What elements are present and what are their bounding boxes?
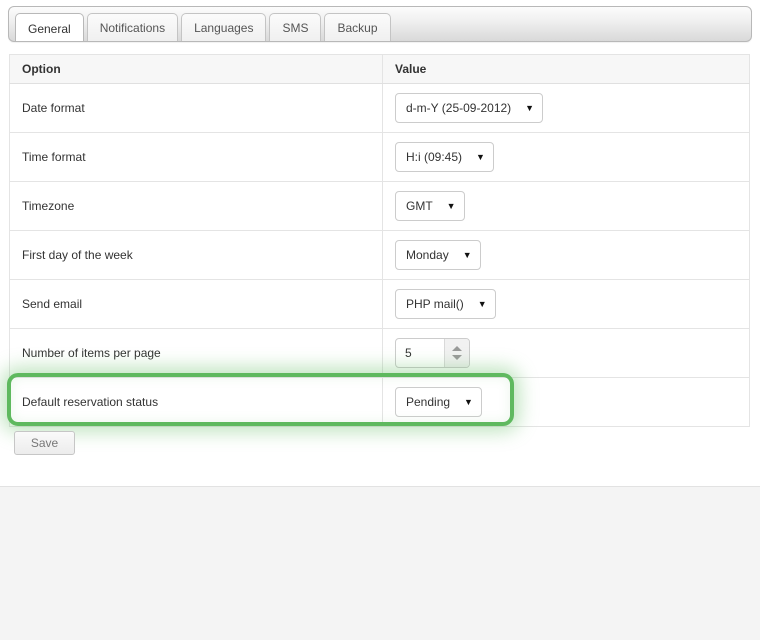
option-label-cell: Send email <box>9 279 383 329</box>
option-label-default-reservation-status: Default reservation status <box>22 395 159 409</box>
option-label-timezone: Timezone <box>22 199 75 213</box>
column-header-option: Option <box>9 54 383 84</box>
send-email-select[interactable]: PHP mail() ▼ <box>395 289 496 319</box>
first-day-of-week-select[interactable]: Monday ▼ <box>395 240 481 270</box>
options-table: Option Value Date format d-m-Y (25-09-20… <box>9 54 750 427</box>
options-table-body: Date format d-m-Y (25-09-2012) ▼ Time fo… <box>9 83 750 427</box>
date-format-select[interactable]: d-m-Y (25-09-2012) ▼ <box>395 93 544 123</box>
option-value-cell: d-m-Y (25-09-2012) ▼ <box>382 83 750 133</box>
table-row: Time format H:i (09:45) ▼ <box>9 132 750 182</box>
timezone-select-value: GMT <box>406 199 433 213</box>
table-row: First day of the week Monday ▼ <box>9 230 750 280</box>
send-email-select-value: PHP mail() <box>406 297 464 311</box>
timezone-select[interactable]: GMT ▼ <box>395 191 465 221</box>
chevron-down-icon: ▼ <box>464 396 473 407</box>
chevron-down-icon: ▼ <box>476 151 485 162</box>
column-header-value: Value <box>382 54 750 84</box>
default-reservation-status-select[interactable]: Pending ▼ <box>395 387 482 417</box>
tab-languages-label: Languages <box>194 21 254 35</box>
table-row: Date format d-m-Y (25-09-2012) ▼ <box>9 83 750 133</box>
chevron-down-icon: ▼ <box>477 298 487 309</box>
spinner-up-icon[interactable] <box>452 346 462 351</box>
table-row: Number of items per page <box>9 328 750 378</box>
settings-page: General Notifications Languages SMS Back… <box>0 0 760 487</box>
tab-backup[interactable]: Backup <box>324 13 391 41</box>
tab-general-label: General <box>28 22 71 36</box>
option-label-send-email: Send email <box>22 297 83 311</box>
option-label-first-day-of-week: First day of the week <box>22 248 133 262</box>
table-header-row: Option Value <box>9 54 750 84</box>
option-label-cell: Default reservation status <box>9 377 383 427</box>
tab-notifications-label: Notifications <box>99 21 166 35</box>
items-per-page-input[interactable] <box>396 339 444 367</box>
option-label-items-per-page: Number of items per page <box>22 346 161 360</box>
option-label-cell: Timezone <box>9 181 383 231</box>
time-format-select-value: H:i (09:45) <box>406 150 463 164</box>
table-row: Send email PHP mail() ▼ <box>9 279 750 329</box>
option-value-cell: Pending ▼ <box>382 377 750 427</box>
option-label-cell: Number of items per page <box>9 328 383 378</box>
chevron-down-icon: ▼ <box>525 102 535 113</box>
default-reservation-status-select-value: Pending <box>406 395 451 409</box>
option-value-cell: Monday ▼ <box>382 230 750 280</box>
table-row: Timezone GMT ▼ <box>9 181 750 231</box>
option-label-cell: First day of the week <box>9 230 383 280</box>
option-label-time-format: Time format <box>22 150 86 164</box>
tab-bar: General Notifications Languages SMS Back… <box>8 6 752 42</box>
tab-list: General Notifications Languages SMS Back… <box>15 13 394 41</box>
option-value-cell: GMT ▼ <box>382 181 750 231</box>
tab-languages[interactable]: Languages <box>181 13 267 41</box>
option-label-date-format: Date format <box>22 101 85 115</box>
option-value-cell <box>382 328 750 378</box>
spinner-down-icon[interactable] <box>452 355 462 360</box>
items-per-page-spinner[interactable] <box>444 339 469 367</box>
option-label-cell: Time format <box>9 132 383 182</box>
tab-notifications[interactable]: Notifications <box>86 13 179 41</box>
first-day-of-week-select-value: Monday <box>406 248 449 262</box>
tab-sms-label: SMS <box>282 21 309 35</box>
table-row: Default reservation status Pending ▼ <box>9 377 750 427</box>
save-button[interactable]: Save <box>14 431 75 455</box>
chevron-down-icon: ▼ <box>446 200 456 211</box>
options-table-head: Option Value <box>9 54 750 84</box>
chevron-down-icon: ▼ <box>462 249 472 260</box>
option-label-cell: Date format <box>9 83 383 133</box>
time-format-select[interactable]: H:i (09:45) ▼ <box>395 142 494 172</box>
option-value-cell: PHP mail() ▼ <box>382 279 750 329</box>
items-per-page-stepper[interactable] <box>395 338 470 368</box>
tab-sms[interactable]: SMS <box>269 13 322 41</box>
tab-general[interactable]: General <box>15 13 84 41</box>
tab-backup-label: Backup <box>337 21 378 35</box>
option-value-cell: H:i (09:45) ▼ <box>382 132 750 182</box>
date-format-select-value: d-m-Y (25-09-2012) <box>406 101 512 115</box>
